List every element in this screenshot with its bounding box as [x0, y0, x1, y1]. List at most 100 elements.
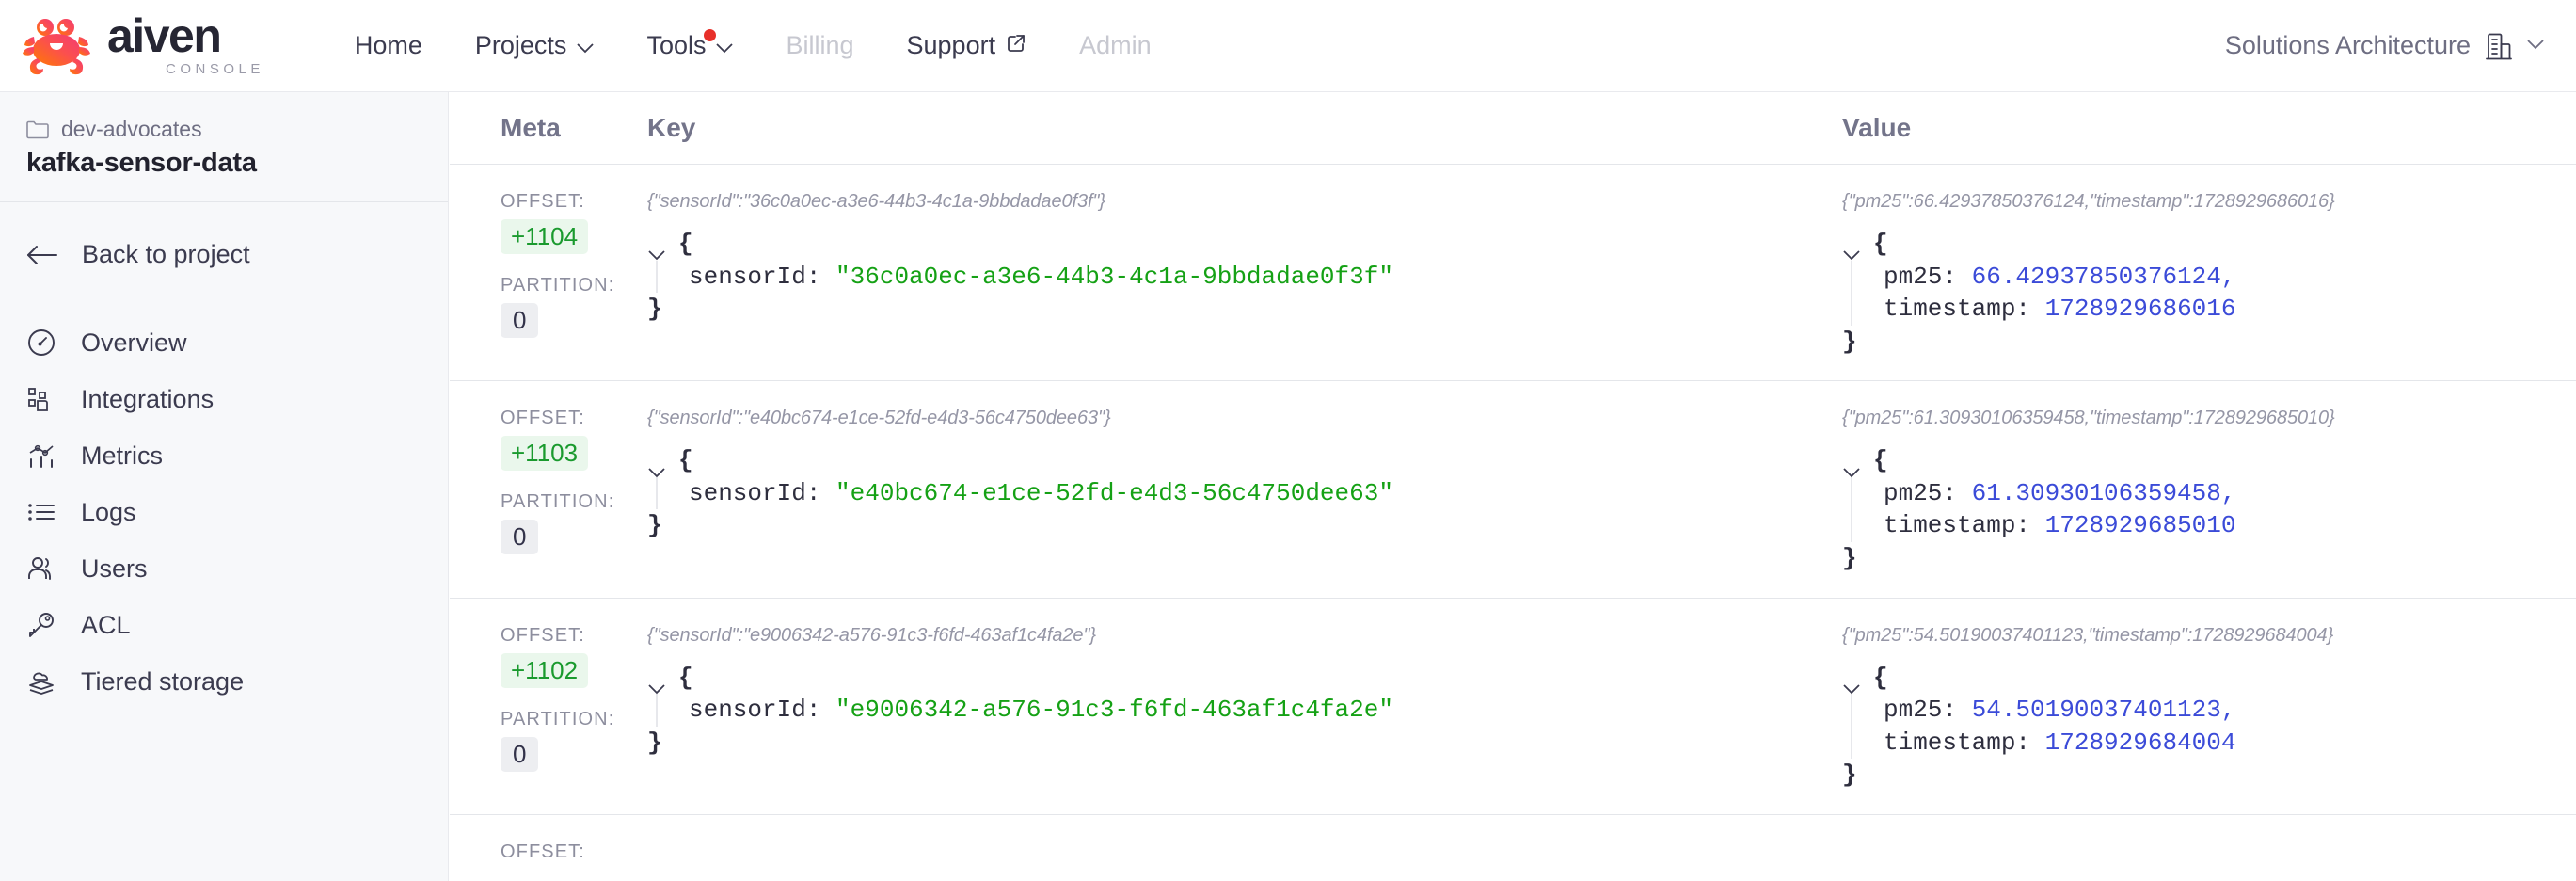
cell-value: [1842, 841, 2576, 870]
offset-badge: +1104: [501, 219, 589, 254]
json-open-brace: {: [1873, 446, 1888, 475]
json-pair-timestamp: timestamp: 1728929686016: [1884, 293, 2548, 326]
organization-name: Solutions Architecture: [2224, 31, 2471, 59]
folder-icon: [26, 120, 49, 139]
brand-name: aiven: [107, 9, 222, 63]
table-header-row: Meta Key Value: [450, 92, 2576, 165]
chevron-down-icon[interactable]: [647, 672, 666, 695]
key-raw-preview: {"sensorId":"e9006342-a576-91c3-f6fd-463…: [647, 624, 1096, 646]
back-to-project-button[interactable]: Back to project: [0, 202, 448, 305]
sidebar-header: dev-advocates kafka-sensor-data: [0, 92, 448, 202]
offset-badge: +1102: [501, 652, 589, 688]
value-raw-preview: {"pm25":66.42937850376124,"timestamp":17…: [1842, 191, 2335, 212]
nav-item-label: Tools: [646, 31, 707, 59]
top-navigation-bar: aiven CONSOLE Home Projects Tools Billin…: [0, 0, 2576, 92]
partition-badge: 0: [501, 303, 539, 338]
sidebar-item-label: Metrics: [81, 440, 163, 470]
external-link-icon: [1006, 31, 1026, 60]
sidebar-item-tiered-storage[interactable]: Tiered storage: [0, 653, 448, 710]
json-body: sensorId: "e40bc674-e1ce-52fd-e4d3-56c47…: [656, 476, 1823, 510]
json-pair-timestamp: timestamp: 1728929685010: [1884, 509, 2548, 542]
cell-value: {"pm25":61.30930106359458,"timestamp":17…: [1842, 408, 2576, 574]
value-raw-preview: {"pm25":54.50190037401123,"timestamp":17…: [1842, 624, 2334, 646]
cell-key: {"sensorId":"e40bc674-e1ce-52fd-e4d3-56c…: [647, 408, 1842, 574]
chevron-down-icon[interactable]: [1842, 672, 1861, 695]
cell-meta: OFFSET: +1104 PARTITION: 0: [450, 191, 647, 358]
table-row: OFFSET: +1103 PARTITION: 0 {"sensorId":"…: [450, 381, 2576, 599]
json-body: pm25: 61.30930106359458, timestamp: 1728…: [1851, 476, 2548, 543]
nav-item-label: Projects: [474, 31, 567, 59]
sidebar-item-overview[interactable]: Overview: [0, 314, 448, 371]
nav-item-support[interactable]: Support: [881, 22, 1054, 70]
json-root-line: {: [647, 444, 1823, 477]
json-value-pm25: 61.30930106359458,: [1971, 478, 2236, 507]
key-raw-preview: {"sensorId":"e40bc674-e1ce-52fd-e4d3-56c…: [647, 408, 1111, 429]
sidebar-item-label: Tiered storage: [81, 666, 245, 696]
nav-item-admin: Admin: [1053, 22, 1178, 70]
json-value-timestamp: 1728929684004: [2044, 728, 2236, 757]
chevron-down-icon[interactable]: [1842, 456, 1861, 477]
offset-label: OFFSET:: [501, 841, 585, 862]
organization-selector[interactable]: Solutions Architecture: [2225, 31, 2544, 60]
nav-item-projects[interactable]: Projects: [449, 22, 621, 70]
chevron-down-icon[interactable]: [647, 456, 666, 477]
nav-item-tools[interactable]: Tools: [620, 22, 759, 70]
arrow-left-icon: [26, 245, 57, 265]
json-root-line: {: [1842, 444, 2548, 477]
json-pair-pm25: pm25: 54.50190037401123,: [1884, 694, 2548, 727]
nav-item-label: Billing: [786, 31, 854, 59]
project-name: dev-advocates: [61, 117, 202, 141]
cell-key: {"sensorId":"e9006342-a576-91c3-f6fd-463…: [647, 625, 1842, 792]
json-value-pm25: 54.50190037401123,: [1971, 696, 2236, 725]
sidebar-item-logs[interactable]: Logs: [0, 484, 448, 540]
json-body: sensorId: "e9006342-a576-91c3-f6fd-463af…: [656, 694, 1823, 727]
chevron-down-icon[interactable]: [1842, 238, 1861, 261]
key-json-viewer: { sensorId: "e9006342-a576-91c3-f6fd-463…: [647, 662, 1823, 760]
brand-logo[interactable]: aiven CONSOLE: [21, 9, 264, 77]
sidebar-item-label: Logs: [81, 497, 136, 526]
nav-item-home[interactable]: Home: [328, 22, 449, 70]
json-key-pm25: pm25:: [1884, 262, 1958, 291]
breadcrumb-project[interactable]: dev-advocates: [26, 117, 421, 142]
offset-label: OFFSET:: [501, 624, 585, 646]
sidebar-item-users[interactable]: Users: [0, 540, 448, 597]
json-pair-timestamp: timestamp: 1728929684004: [1884, 727, 2548, 760]
json-key-timestamp: timestamp:: [1884, 295, 2031, 324]
cell-key: [647, 841, 1842, 870]
sidebar-item-metrics[interactable]: Metrics: [0, 427, 448, 484]
brand-subtitle: CONSOLE: [166, 60, 264, 77]
nav-item-label: Home: [354, 31, 422, 59]
sidebar-item-label: Overview: [81, 328, 187, 357]
json-close-brace: }: [647, 728, 662, 757]
value-raw-preview: {"pm25":61.30930106359458,"timestamp":17…: [1842, 408, 2335, 429]
service-name: kafka-sensor-data: [26, 148, 257, 178]
chevron-down-icon[interactable]: [647, 238, 666, 261]
chevron-down-icon: [716, 31, 734, 60]
key-json-viewer: { sensorId: "e40bc674-e1ce-52fd-e4d3-56c…: [647, 444, 1823, 542]
main-navigation: Home Projects Tools Billing Support Admi…: [328, 22, 1178, 70]
cell-key: {"sensorId":"36c0a0ec-a3e6-44b3-4c1a-9bb…: [647, 191, 1842, 358]
json-value-timestamp: 1728929686016: [2044, 295, 2236, 324]
offset-label: OFFSET:: [501, 408, 585, 429]
cell-value: {"pm25":66.42937850376124,"timestamp":17…: [1842, 191, 2576, 358]
table-row: OFFSET: +1104 PARTITION: 0 {"sensorId":"…: [450, 165, 2576, 382]
json-value-sensorid: "36c0a0ec-a3e6-44b3-4c1a-9bbdadae0f3f": [835, 262, 1393, 291]
nav-item-label: Admin: [1079, 31, 1152, 59]
json-key-pm25: pm25:: [1884, 696, 1958, 725]
sidebar-item-label: ACL: [81, 610, 131, 639]
json-value-pm25: 66.42937850376124,: [1971, 262, 2236, 291]
json-body: pm25: 54.50190037401123, timestamp: 1728…: [1851, 694, 2548, 760]
partition-badge: 0: [501, 520, 539, 555]
sidebar-item-acl[interactable]: ACL: [0, 597, 448, 653]
sidebar-item-label: Integrations: [81, 384, 215, 413]
brand-wordmark: aiven CONSOLE: [107, 9, 264, 77]
column-header-key: Key: [647, 113, 696, 142]
key-json-viewer: { sensorId: "36c0a0ec-a3e6-44b3-4c1a-9bb…: [647, 228, 1823, 326]
json-body: sensorId: "36c0a0ec-a3e6-44b3-4c1a-9bbda…: [656, 260, 1823, 294]
json-open-brace: {: [1873, 230, 1888, 258]
json-pair-pm25: pm25: 66.42937850376124,: [1884, 261, 2548, 294]
sidebar-item-integrations[interactable]: Integrations: [0, 371, 448, 427]
partition-label: PARTITION:: [501, 708, 615, 729]
json-close-brace: }: [647, 295, 662, 324]
offset-badge: +1103: [501, 436, 589, 472]
